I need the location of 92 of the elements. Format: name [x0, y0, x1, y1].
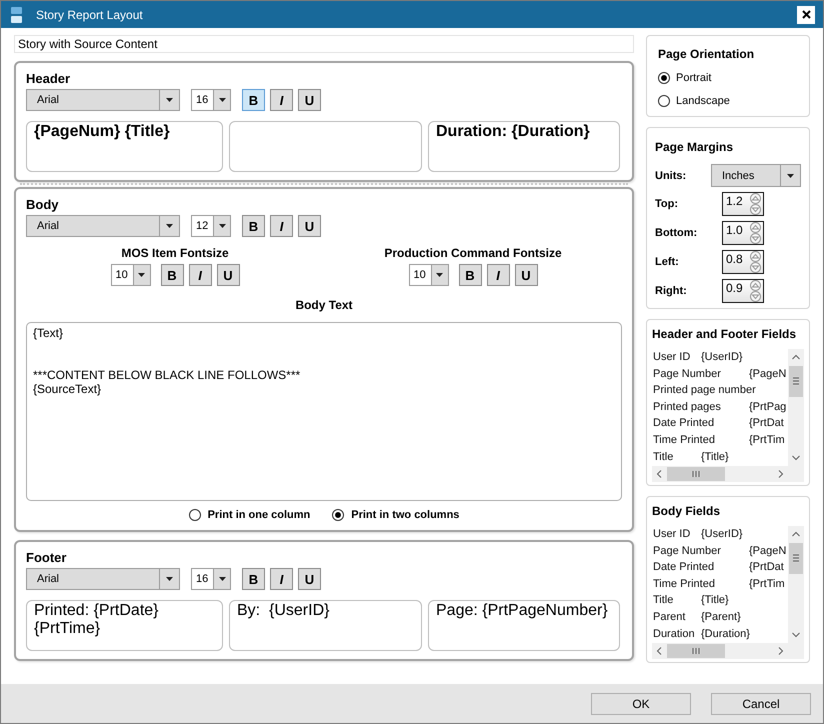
field-list-item[interactable]: Parent {Parent}	[653, 608, 788, 626]
vertical-scrollbar[interactable]	[788, 526, 804, 659]
field-list-item[interactable]: Page Number {PageN	[653, 366, 788, 382]
close-button[interactable]	[797, 6, 815, 24]
font-size-dropdown[interactable]: 16	[191, 568, 231, 590]
field-list-item[interactable]: User ID {UserID}	[653, 526, 788, 543]
field-list-item[interactable]: Time Printed {PrtTim	[653, 576, 788, 592]
header-field[interactable]: {PageNum} {Title}	[26, 121, 223, 172]
caret-icon	[166, 577, 173, 581]
horizontal-scrollbar[interactable]	[652, 643, 788, 659]
field-list-item[interactable]: Duration {Duration}	[653, 626, 788, 642]
margin-spinner[interactable]: 0.9	[722, 279, 764, 303]
margin-label: Right:	[655, 285, 688, 297]
footer-field[interactable]: Page: {PrtPageNumber}	[428, 600, 620, 651]
panel-title: Page Orientation	[658, 46, 754, 62]
section-title: Header	[26, 71, 70, 86]
orientation-radio[interactable]	[658, 95, 670, 107]
panel-title: Page Margins	[655, 139, 734, 155]
field-list-item[interactable]: Title {Title}	[653, 592, 788, 609]
orientation-radio[interactable]	[658, 72, 670, 84]
fontsize-label: Production Command Fontsize	[384, 246, 562, 261]
horizontal-scrollbar[interactable]	[652, 466, 788, 482]
font-size-dropdown[interactable]: 12	[191, 215, 231, 237]
field-list-item[interactable]: Printed pages {PrtPag	[653, 398, 788, 416]
units-dropdown[interactable]: Inches	[711, 164, 801, 187]
underline-button[interactable]: U	[298, 568, 321, 590]
section-title: Footer	[26, 550, 66, 565]
field-list-item[interactable]: Page Number {PageN	[653, 542, 788, 560]
window-title: Story Report Layout	[36, 8, 144, 22]
footer-field[interactable]: By: {UserID}	[229, 600, 422, 651]
field-list-item[interactable]: Printed page number	[653, 382, 788, 399]
font-dropdown[interactable]: Arial	[26, 89, 180, 111]
layout-name-field[interactable]: Story with Source Content	[14, 35, 634, 53]
header-field[interactable]: Duration: {Duration}	[428, 121, 620, 172]
font-size-dropdown[interactable]: 10	[110, 264, 150, 286]
underline-button[interactable]: U	[298, 215, 321, 237]
section-title: Body	[26, 197, 58, 212]
font-size-dropdown[interactable]: 10	[408, 264, 448, 286]
caret-icon	[218, 577, 226, 581]
close-icon	[802, 10, 810, 19]
column-radio[interactable]	[188, 508, 201, 520]
caret-icon	[166, 98, 173, 102]
body-text-label: Body Text	[295, 298, 353, 313]
vertical-scrollbar[interactable]	[788, 349, 804, 482]
field-list-item[interactable]: Date Printed {PrtDat	[653, 559, 788, 576]
radio-label: Portrait	[676, 72, 712, 84]
font-dropdown[interactable]: Arial	[26, 215, 180, 237]
bold-button[interactable]: B	[160, 264, 184, 286]
italic-button[interactable]: I	[270, 89, 293, 111]
window-icon	[11, 6, 22, 22]
units-label: Units:	[655, 170, 688, 182]
margin-label: Left:	[655, 256, 680, 268]
margin-label: Top:	[655, 198, 680, 210]
panel-title: Body Fields	[652, 503, 720, 519]
header-field[interactable]	[229, 121, 422, 172]
column-radio[interactable]	[332, 508, 344, 520]
field-list-item[interactable]: Time Printed {PrtTim	[653, 432, 788, 449]
caret-icon	[436, 273, 443, 277]
italic-button[interactable]: I	[486, 264, 510, 286]
panel-title: Header and Footer Fields	[652, 326, 796, 342]
fontsize-label: MOS Item Fontsize	[121, 246, 229, 261]
radio-label: Print in two columns	[351, 508, 460, 520]
dialog-button[interactable]: OK	[591, 692, 691, 714]
radio-label: Landscape	[676, 95, 730, 107]
italic-button[interactable]: I	[188, 264, 212, 286]
caret-icon	[138, 273, 145, 277]
field-list-item[interactable]: User ID {UserID}	[653, 349, 788, 366]
bold-button[interactable]: B	[242, 568, 265, 590]
caret-icon	[787, 174, 794, 178]
bold-button[interactable]: B	[242, 215, 265, 237]
margin-spinner[interactable]: 1.2	[722, 192, 764, 216]
field-list-item[interactable]: Date Printed {PrtDat	[653, 415, 788, 432]
margin-spinner[interactable]: 0.8	[722, 250, 764, 274]
field-list-item[interactable]: Title {Title}	[653, 448, 788, 466]
font-dropdown[interactable]: Arial	[26, 568, 180, 590]
caret-icon	[166, 224, 173, 228]
underline-button[interactable]: U	[216, 264, 240, 286]
margin-spinner[interactable]: 1.0	[722, 221, 764, 245]
underline-button[interactable]: U	[514, 264, 538, 286]
body-text-field[interactable]: {Text} ***CONTENT BELOW BLACK LINE FOLLOWS*** {SourceText}	[26, 322, 622, 501]
caret-icon	[218, 98, 226, 102]
margin-label: Bottom:	[655, 227, 698, 239]
caret-icon	[218, 224, 226, 228]
footer-field[interactable]: Printed: {PrtDate} {PrtTime}	[26, 600, 223, 651]
bold-button[interactable]: B	[458, 264, 482, 286]
italic-button[interactable]: I	[270, 568, 293, 590]
bold-button[interactable]: B	[242, 89, 265, 111]
underline-button[interactable]: U	[298, 89, 321, 111]
italic-button[interactable]: I	[270, 215, 293, 237]
dialog-button[interactable]: Cancel	[711, 692, 811, 714]
radio-label: Print in one column	[208, 508, 310, 520]
font-size-dropdown[interactable]: 16	[191, 89, 231, 111]
